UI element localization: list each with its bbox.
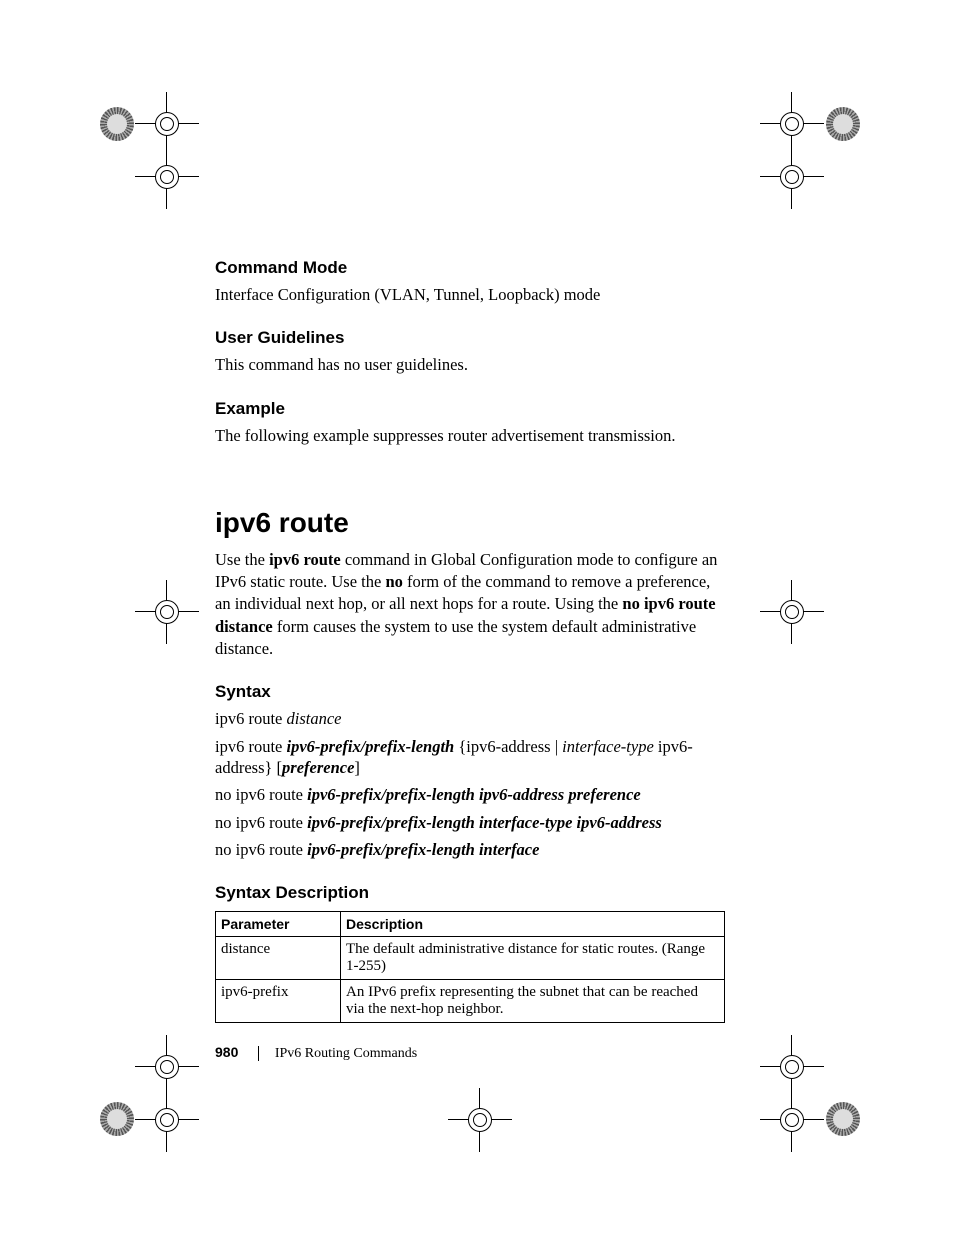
heading-user-guidelines: User Guidelines [215,328,725,348]
table-row: distance The default administrative dist… [216,936,725,979]
text-command-mode: Interface Configuration (VLAN, Tunnel, L… [215,284,725,306]
heading-command-mode: Command Mode [215,258,725,278]
text: form causes the system to use the system… [215,617,696,658]
table-row: ipv6-prefix An IPv6 prefix representing … [216,979,725,1022]
text: no ipv6 route [215,840,307,859]
crop-mark-icon [448,1088,512,1152]
footer-separator [258,1046,259,1061]
heading-syntax-description: Syntax Description [215,883,725,903]
crop-mark-icon [760,145,824,209]
medallion-icon [826,107,860,141]
syntax-line: no ipv6 route ipv6-prefix/prefix-length … [215,784,725,805]
syntax-line: no ipv6 route ipv6-prefix/prefix-length … [215,839,725,860]
crop-mark-icon [135,145,199,209]
page: Command Mode Interface Configuration (VL… [0,0,954,1235]
heading-example: Example [215,399,725,419]
syntax-line: ipv6 route ipv6-prefix/prefix-length {ip… [215,736,725,779]
text-bold: ipv6 route [269,550,341,569]
crop-mark-icon [135,580,199,644]
chapter-title: IPv6 Routing Commands [275,1046,417,1061]
medallion-icon [100,1102,134,1136]
document-body: Command Mode Interface Configuration (VL… [215,258,725,1023]
text-bold-italic: ipv6-prefix/prefix-length [287,737,455,756]
text-bold-italic: ipv6-prefix/prefix-length interface-type… [307,813,662,832]
text-italic: interface-type [562,737,654,756]
syntax-line: no ipv6 route ipv6-prefix/prefix-length … [215,812,725,833]
table-header-description: Description [341,911,725,936]
text: ] [354,758,360,777]
crop-mark-icon [135,1088,199,1152]
text-bold-italic: preference [282,758,354,777]
table-cell-description: The default administrative distance for … [341,936,725,979]
text-user-guidelines: This command has no user guidelines. [215,354,725,376]
table-header-parameter: Parameter [216,911,341,936]
table-header-row: Parameter Description [216,911,725,936]
text-bold: no [385,572,402,591]
syntax-line: ipv6 route distance [215,708,725,729]
text-bold-italic: ipv6-prefix/prefix-length interface [307,840,539,859]
text: no ipv6 route [215,785,307,804]
page-footer: 980 IPv6 Routing Commands [215,1044,417,1062]
command-title: ipv6 route [215,507,725,539]
table-cell-parameter: distance [216,936,341,979]
text-example: The following example suppresses router … [215,425,725,447]
text: {ipv6-address | [454,737,562,756]
crop-mark-icon [760,1088,824,1152]
table-cell-description: An IPv6 prefix representing the subnet t… [341,979,725,1022]
text-bold-italic: ipv6-prefix/prefix-length ipv6-address p… [307,785,641,804]
syntax-description-table: Parameter Description distance The defau… [215,911,725,1023]
text: no ipv6 route [215,813,307,832]
text: Use the [215,550,269,569]
text: ipv6 route [215,737,287,756]
page-number: 980 [215,1044,238,1060]
heading-syntax: Syntax [215,682,725,702]
medallion-icon [826,1102,860,1136]
medallion-icon [100,107,134,141]
crop-mark-icon [760,580,824,644]
command-intro: Use the ipv6 route command in Global Con… [215,549,725,660]
text: ipv6 route [215,709,287,728]
table-cell-parameter: ipv6-prefix [216,979,341,1022]
text-italic: distance [287,709,342,728]
